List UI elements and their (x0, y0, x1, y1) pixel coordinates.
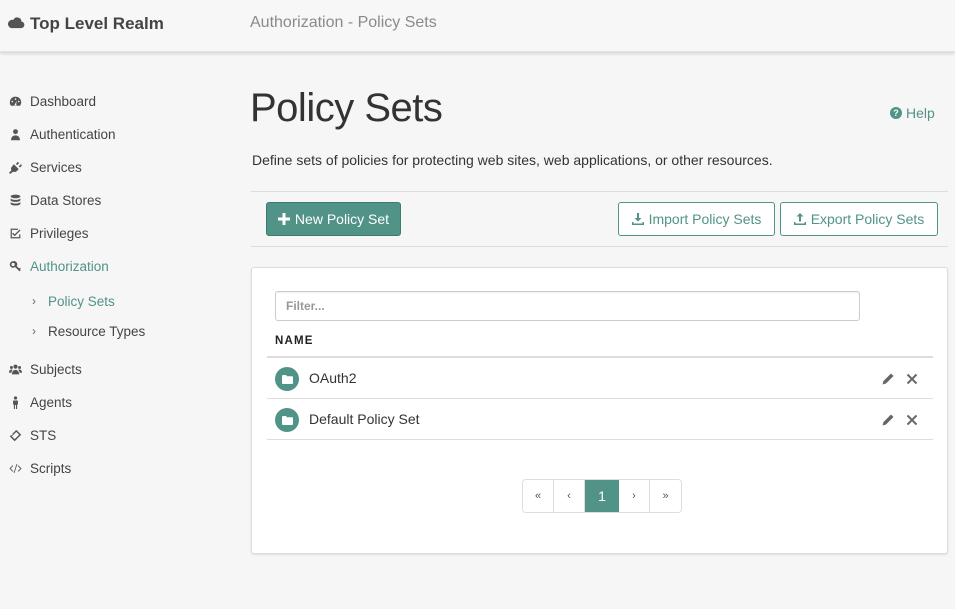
column-header-name[interactable]: NAME (275, 335, 314, 347)
policy-sets-panel: NAME OAuth2 Default Policy Set « ‹ 1 › » (251, 267, 948, 554)
page-button-current[interactable]: 1 (585, 480, 619, 512)
sidebar-item-data-stores[interactable]: Data Stores (9, 190, 101, 210)
close-icon[interactable] (906, 372, 918, 385)
folder-icon (275, 408, 299, 432)
male-icon (9, 395, 22, 409)
help-link[interactable]: ? Help (890, 105, 935, 121)
close-icon[interactable] (906, 413, 918, 426)
code-icon (9, 462, 22, 475)
cloud-icon (7, 14, 25, 34)
page-title: Policy Sets (250, 86, 443, 130)
question-circle-icon: ? (890, 107, 902, 119)
check-square-icon (9, 227, 22, 240)
last-page-button[interactable]: » (650, 480, 681, 512)
next-page-button[interactable]: › (619, 480, 650, 512)
plug-icon (9, 161, 22, 174)
realm-name: Top Level Realm (30, 14, 164, 33)
table-row[interactable]: OAuth2 (267, 358, 933, 399)
export-policy-sets-button[interactable]: Export Policy Sets (780, 202, 938, 236)
user-icon (9, 128, 22, 141)
plus-icon (277, 213, 290, 225)
database-icon (9, 194, 22, 207)
folder-icon (275, 367, 299, 391)
breadcrumb: Authorization - Policy Sets (250, 14, 437, 31)
sidebar-subitem-policy-sets[interactable]: › Policy Sets (32, 291, 115, 311)
divider (251, 191, 948, 192)
divider (251, 246, 948, 247)
pencil-icon[interactable] (882, 372, 894, 385)
sidebar-item-dashboard[interactable]: Dashboard (9, 91, 96, 111)
dashboard-icon (9, 95, 22, 108)
first-page-button[interactable]: « (523, 480, 554, 512)
key-icon (9, 260, 22, 273)
sidebar-item-privileges[interactable]: Privileges (9, 223, 89, 243)
ticket-icon (9, 429, 22, 442)
top-bar: Top Level Realm Authorization - Policy S… (0, 0, 955, 52)
import-policy-sets-button[interactable]: Import Policy Sets (618, 202, 775, 236)
sidebar-item-services[interactable]: Services (9, 157, 82, 177)
table-row[interactable]: Default Policy Set (267, 399, 933, 440)
pagination: « ‹ 1 › » (522, 479, 682, 513)
new-policy-set-button[interactable]: New Policy Set (266, 202, 401, 236)
download-icon (631, 213, 644, 225)
sidebar-item-authorization[interactable]: Authorization (9, 256, 109, 276)
upload-icon (793, 213, 806, 225)
chevron-right-icon: › (32, 324, 36, 338)
sidebar-item-sts[interactable]: STS (9, 425, 56, 445)
policy-set-name[interactable]: Default Policy Set (309, 411, 420, 427)
sidebar-subitem-resource-types[interactable]: › Resource Types (32, 321, 145, 341)
page-description: Define sets of policies for protecting w… (252, 152, 773, 168)
realm-link[interactable]: Top Level Realm (7, 14, 164, 34)
sidebar-item-authentication[interactable]: Authentication (9, 124, 116, 144)
filter-input[interactable] (275, 291, 860, 321)
sidebar-item-subjects[interactable]: Subjects (9, 359, 82, 379)
chevron-right-icon: › (32, 294, 36, 308)
previous-page-button[interactable]: ‹ (554, 480, 585, 512)
sidebar-item-scripts[interactable]: Scripts (9, 458, 71, 478)
policy-set-name[interactable]: OAuth2 (309, 370, 356, 386)
sidebar-item-agents[interactable]: Agents (9, 392, 72, 412)
pencil-icon[interactable] (882, 413, 894, 426)
users-icon (9, 363, 22, 376)
